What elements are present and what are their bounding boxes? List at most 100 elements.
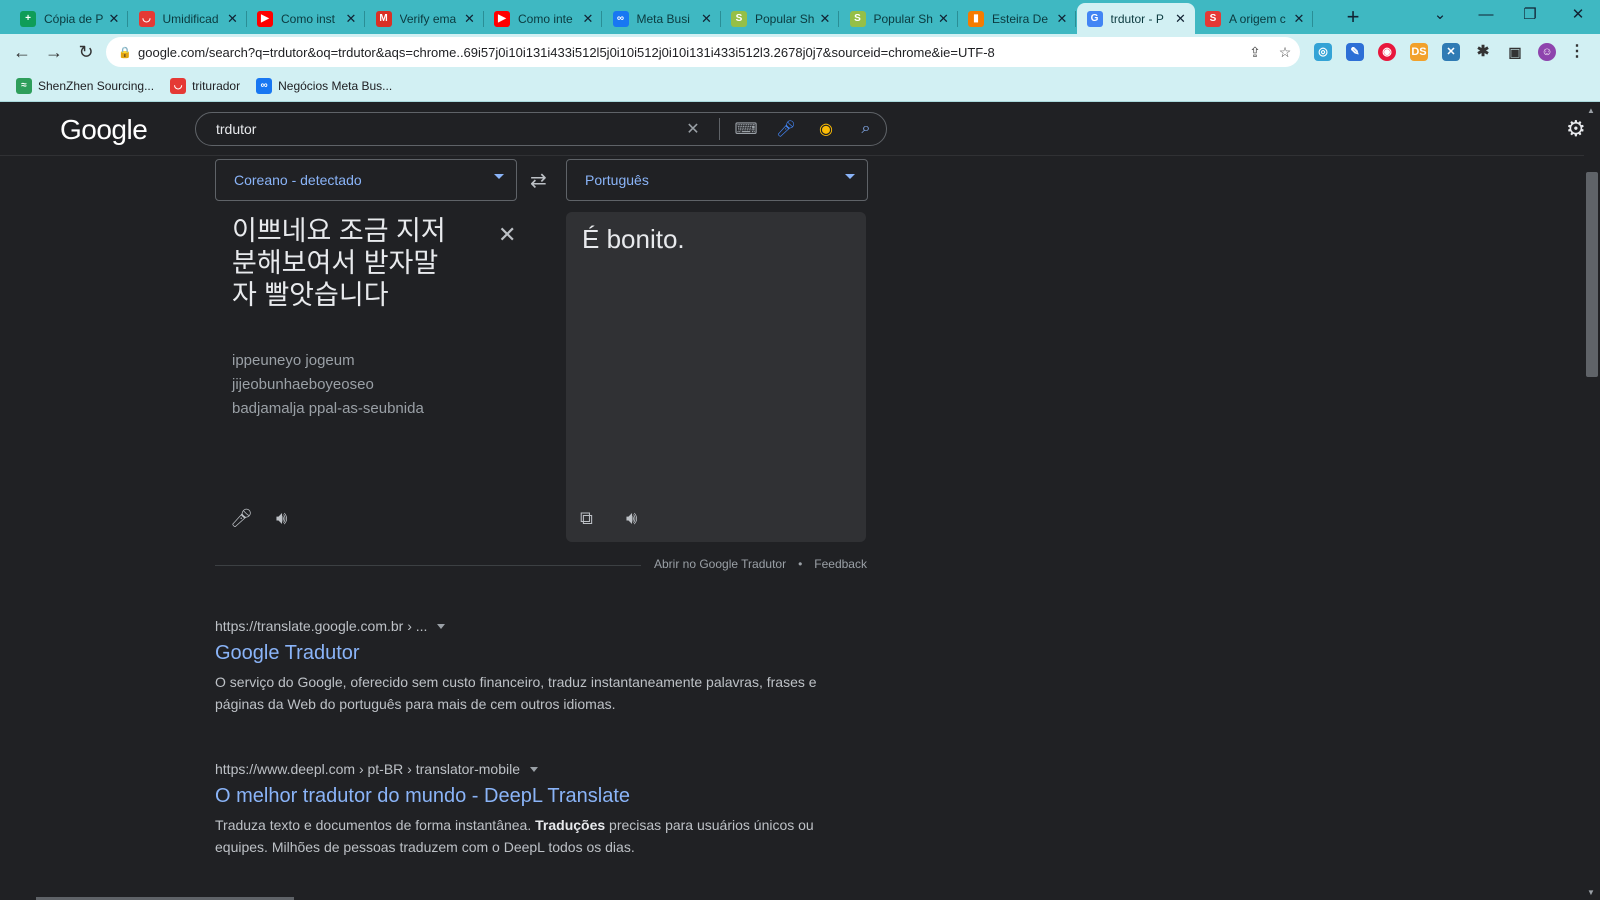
source-language-label: Coreano - detectado [234,172,362,188]
romanization-line: ippeuneyo jogeum [232,352,355,369]
back-button[interactable]: ← [10,40,34,64]
browser-tab[interactable]: ∞ Meta Busi ✕ [603,3,721,34]
share-icon[interactable]: ⇪ [1240,44,1270,61]
tab-title: Esteira De [992,11,1049,26]
close-tab-icon[interactable]: ✕ [106,11,122,27]
close-tab-icon[interactable]: ✕ [1054,11,1070,27]
minimize-button[interactable]: — [1464,0,1508,32]
browser-tab[interactable]: ▮ Esteira De ✕ [958,3,1076,34]
result-url[interactable]: https://www.deepl.com › pt-BR › translat… [215,761,520,777]
search-input[interactable] [216,121,673,137]
vertical-scrollbar[interactable]: ▲ ▼ [1584,102,1600,900]
target-language-select[interactable]: Português [566,159,868,201]
romanization: ippeuneyo jogeum jijeobunhaeboyeoseo bad… [232,349,472,421]
lens-extension-icon[interactable]: ◎ [1314,43,1332,61]
divider [215,565,641,566]
close-tab-icon[interactable]: ✕ [699,11,715,27]
shopify-icon: S [849,10,866,27]
side-panel-icon[interactable]: ▣ [1506,43,1524,61]
close-tab-icon[interactable]: ✕ [1173,11,1189,27]
source-text-input[interactable]: 이쁘네요 조금 지저분해보여서 받자말자 빨앗습니다 [232,215,462,311]
clear-search-icon[interactable]: ✕ [673,119,713,139]
tab-separator [1075,11,1076,27]
bookmark-label: Negócios Meta Bus... [278,78,393,93]
lock-icon: 🔒 [118,46,132,59]
copy-icon[interactable]: ⧉ [580,508,593,529]
google-header: Google ✕ ⌨ 🎤︎ ◉ ⌕ ⚙ [0,102,1586,156]
close-tab-icon[interactable]: ✕ [936,11,952,27]
extensions-puzzle-icon[interactable]: ✱ [1474,43,1492,61]
result-cite[interactable]: https://www.deepl.com › pt-BR › translat… [215,761,825,777]
close-tab-icon[interactable]: ✕ [1291,11,1307,27]
settings-gear-icon[interactable]: ⚙ [1566,116,1586,142]
tab-search-button[interactable]: ⌄ [1418,0,1462,32]
result-title-link[interactable]: Google Tradutor [215,642,825,665]
target-speaker-icon[interactable]: 🔊︎ [626,508,637,529]
scroll-down-arrow-icon[interactable]: ▼ [1587,888,1595,897]
tab-title: Popular Sh [755,11,815,26]
reload-button[interactable]: ↻ [74,40,98,64]
close-tab-icon[interactable]: ✕ [225,11,241,27]
new-tab-button[interactable]: + [1340,5,1366,31]
restore-button[interactable]: ❐ [1508,0,1552,32]
result-title-link[interactable]: O melhor tradutor do mundo - DeepL Trans… [215,785,825,808]
close-tab-icon[interactable]: ✕ [817,11,833,27]
result-snippet: O serviço do Google, oferecido sem custo… [215,674,817,712]
source-speaker-icon[interactable]: 🔊︎ [276,508,287,529]
browser-tab[interactable]: ◡ Umidificad ✕ [129,3,247,34]
browser-tab[interactable]: + Cópia de P ✕ [10,3,128,34]
tab-title: Popular Sh [873,11,933,26]
browser-tab[interactable]: S A origem c ✕ [1195,3,1313,34]
profile-avatar[interactable]: ☺ [1538,43,1556,61]
scrollbar-thumb[interactable] [1586,172,1598,377]
translation-panel: É bonito. ⧉ 🔊︎ [566,212,866,542]
close-tab-icon[interactable]: ✕ [343,11,359,27]
snippet-bold-text: Traduções [535,817,606,833]
search-box[interactable]: ✕ ⌨ 🎤︎ ◉ ⌕ [195,112,887,146]
browser-tab[interactable]: ▶ Como inte ✕ [484,3,602,34]
close-window-button[interactable]: ✕ [1556,0,1600,32]
tools-extension-icon[interactable]: ✎ [1346,43,1364,61]
close-tab-icon[interactable]: ✕ [580,11,596,27]
google-icon: G [1086,10,1103,27]
browser-tab[interactable]: M Verify ema ✕ [366,3,484,34]
url-text[interactable]: google.com/search?q=trdutor&oq=trdutor&a… [138,45,1240,60]
keyboard-icon[interactable]: ⌨ [726,119,766,139]
ds-extension-icon[interactable]: DS [1410,43,1428,61]
result-menu-caret-icon[interactable] [530,766,538,772]
source-microphone-icon[interactable]: 🎤︎ [230,508,253,529]
source-language-select[interactable]: Coreano - detectado [215,159,517,201]
search-result: https://translate.google.com.br › ... Go… [215,618,825,715]
address-bar[interactable]: 🔒 google.com/search?q=trdutor&oq=trdutor… [106,37,1300,67]
google-logo[interactable]: Google [60,114,148,146]
target-extension-icon[interactable]: ◉ [1378,43,1396,61]
result-cite[interactable]: https://translate.google.com.br › ... [215,618,825,634]
bookmark-item[interactable]: ◡ triturador [170,77,240,94]
gmail-icon: M [375,10,392,27]
menu-kebab-icon[interactable]: ⋮ [1568,43,1586,61]
browser-tab[interactable]: S Popular Sh ✕ [721,3,839,34]
forward-button[interactable]: → [42,40,66,64]
result-url[interactable]: https://translate.google.com.br › ... [215,618,427,634]
browser-tab[interactable]: Gtrdutor - P ✕ [1076,3,1195,34]
bookmark-item[interactable]: ≈ ShenZhen Sourcing... [16,77,154,94]
bookmark-item[interactable]: ∞ Negócios Meta Bus... [256,77,393,94]
search-icon[interactable]: ⌕ [846,120,886,138]
swap-languages-icon[interactable]: ⇄ [530,168,547,193]
microphone-icon[interactable]: 🎤︎ [766,119,806,139]
scroll-up-arrow-icon[interactable]: ▲ [1587,106,1595,115]
result-menu-caret-icon[interactable] [437,623,446,629]
open-in-translate-link[interactable]: Abrir no Google Tradutor [654,557,786,571]
meta-icon: ∞ [612,10,629,27]
camera-lens-icon[interactable]: ◉ [806,119,846,139]
shopify-icon: S [731,10,747,27]
x-extension-icon[interactable]: ✕ [1442,43,1460,61]
clear-source-icon[interactable]: ✕ [498,222,516,248]
tab-title: Como inte [518,11,573,26]
browser-tab[interactable]: S Popular Sh ✕ [840,3,958,34]
feedback-link[interactable]: Feedback [814,557,867,571]
browser-tab[interactable]: ▶ Como inst ✕ [247,3,365,34]
bookmark-star-icon[interactable]: ☆ [1270,44,1300,61]
romanization-line: jijeobunhaeboyeoseo [232,376,374,393]
close-tab-icon[interactable]: ✕ [462,11,478,27]
